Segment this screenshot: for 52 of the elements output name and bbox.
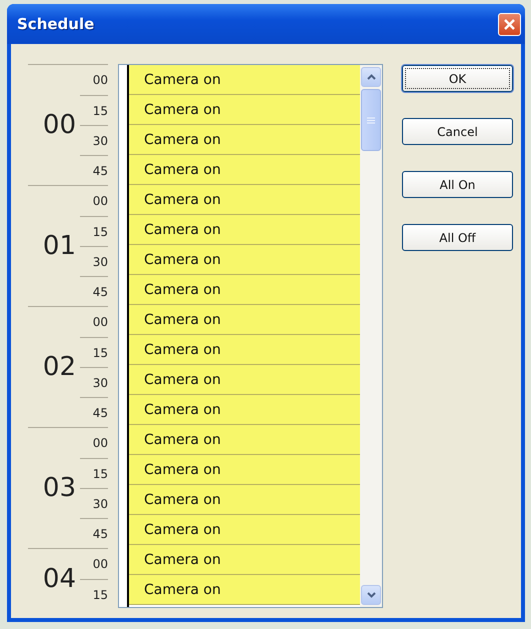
scroll-up-button[interactable]: [361, 67, 381, 87]
minute-label: 45: [80, 518, 108, 548]
schedule-slot[interactable]: Camera on: [129, 545, 360, 575]
schedule-slot[interactable]: Camera on: [129, 95, 360, 125]
minute-label: 00: [92, 314, 108, 331]
minute-label: 00: [92, 193, 108, 210]
close-icon: [503, 18, 516, 30]
minute-label: 45: [80, 276, 108, 306]
schedule-slot[interactable]: Camera on: [129, 65, 360, 95]
hour-label: 02: [42, 351, 77, 384]
minute-label: 00: [92, 435, 108, 452]
hour-label: 04: [42, 563, 77, 596]
minute-label: 00: [92, 556, 108, 573]
minute-label: 00: [92, 72, 108, 89]
minute-label: 15: [80, 216, 108, 246]
minute-label: 15: [80, 458, 108, 488]
schedule-slot[interactable]: Camera on: [129, 575, 360, 605]
grip-icon: [367, 116, 375, 124]
dialog-button[interactable]: Cancel: [402, 118, 513, 145]
minute-label: 45: [80, 397, 108, 427]
minute-label: 30: [80, 246, 108, 276]
schedule-slot[interactable]: Camera on: [129, 395, 360, 425]
schedule-slot[interactable]: Camera on: [129, 155, 360, 185]
close-button[interactable]: [498, 12, 521, 36]
schedule-slot[interactable]: Camera on: [129, 485, 360, 515]
schedule-slot[interactable]: Camera on: [129, 215, 360, 245]
schedule-slot[interactable]: Camera on: [129, 245, 360, 275]
scroll-down-button[interactable]: [361, 585, 381, 605]
minute-label: 30: [80, 125, 108, 155]
minute-label: 15: [80, 95, 108, 125]
scroll-thumb[interactable]: [361, 89, 381, 151]
minute-label: 30: [80, 367, 108, 397]
window-title: Schedule: [17, 15, 94, 33]
minute-label: 45: [80, 155, 108, 185]
schedule-slot[interactable]: Camera on: [129, 305, 360, 335]
hour-label: 00: [42, 109, 77, 142]
dialog-button[interactable]: All On: [402, 171, 513, 198]
hour-label: 03: [42, 472, 77, 505]
schedule-slot[interactable]: Camera on: [129, 455, 360, 485]
schedule-slot[interactable]: Camera on: [129, 185, 360, 215]
schedule-slot[interactable]: Camera on: [129, 275, 360, 305]
hour-label: 01: [42, 230, 77, 263]
schedule-slot[interactable]: Camera on: [129, 125, 360, 155]
minute-label: 30: [80, 488, 108, 518]
schedule-slot[interactable]: Camera on: [129, 365, 360, 395]
dialog-button[interactable]: All Off: [402, 224, 513, 251]
schedule-slot[interactable]: Camera on: [129, 335, 360, 365]
dialog-button[interactable]: OK: [402, 65, 513, 92]
schedule-slot[interactable]: Camera on: [129, 515, 360, 545]
schedule-slot[interactable]: Camera on: [129, 425, 360, 455]
minute-label: 15: [80, 337, 108, 367]
minute-label: 15: [80, 579, 108, 609]
